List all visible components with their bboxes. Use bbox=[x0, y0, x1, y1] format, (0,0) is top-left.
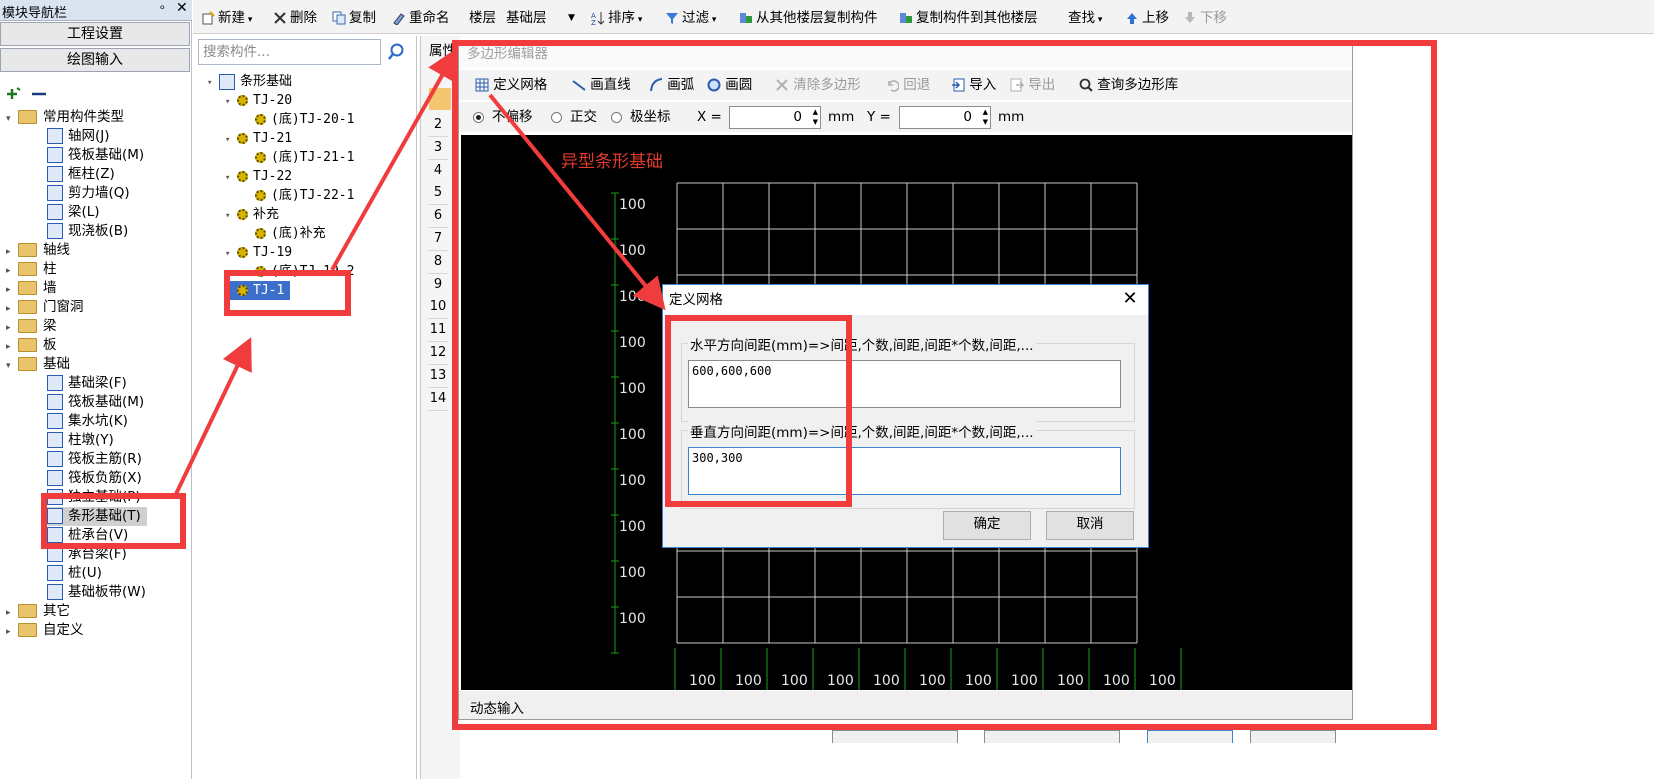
annotation-arrows bbox=[174, 47, 666, 495]
arrow-nav-to-tj1 bbox=[174, 337, 252, 495]
arrow-button-to-dialog bbox=[488, 93, 666, 311]
arrow-tj1-to-editor bbox=[330, 47, 458, 271]
